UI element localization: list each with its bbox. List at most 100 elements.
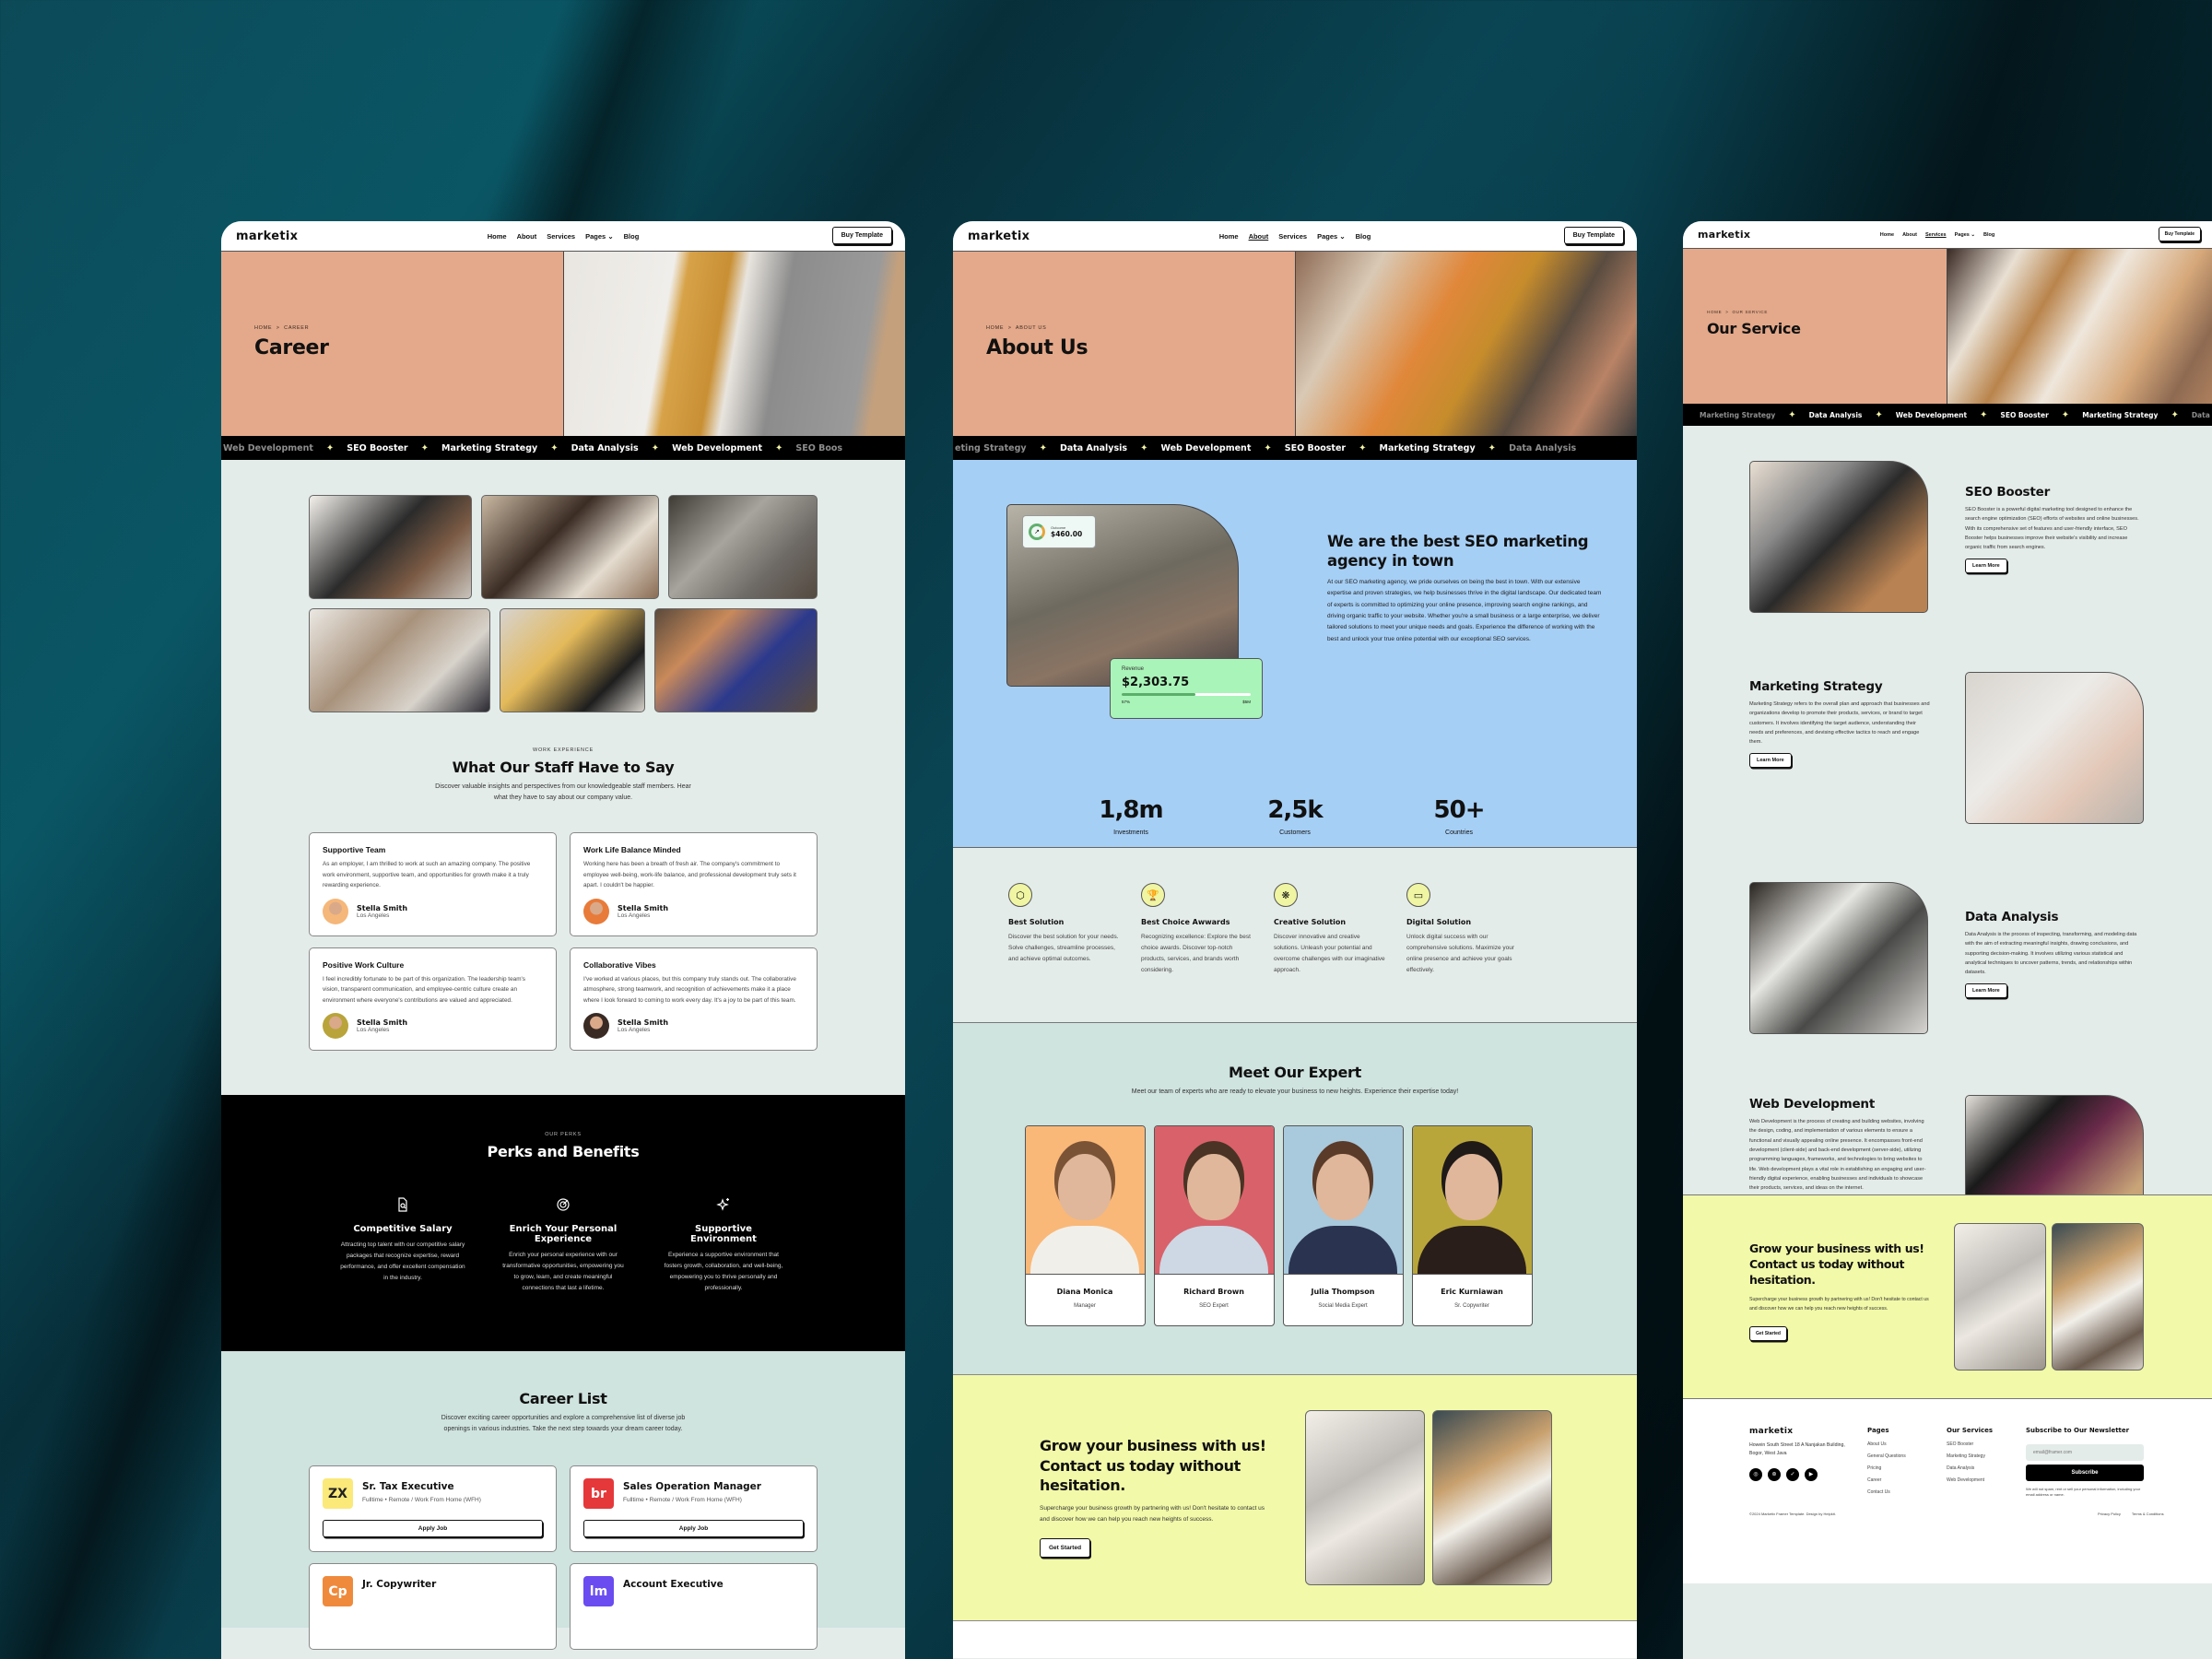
breadcrumb-current: ABOUT US (1015, 325, 1047, 331)
feature-title: Best Choice Awwards (1141, 918, 1230, 926)
sparkle-icon: ✦ (2061, 409, 2070, 420)
nav-services[interactable]: Services (1925, 232, 1947, 238)
youtube-icon[interactable]: ▶ (1805, 1467, 1818, 1481)
breadcrumb-home[interactable]: HOME (1707, 310, 1722, 314)
footer-link[interactable]: General Questions (1867, 1453, 1906, 1459)
nav-home[interactable]: Home (488, 232, 507, 241)
team-member-card[interactable]: Eric Kurniawan Sr. Copywriter (1411, 1124, 1533, 1326)
buy-template-button[interactable]: Buy Template (1563, 227, 1624, 244)
footer-link[interactable]: Pricing (1867, 1465, 1906, 1471)
footer-link[interactable]: Contact Us (1867, 1489, 1906, 1495)
outcome-widget: ↗ Outcome $460.00 (1022, 515, 1096, 548)
job-card: Cp Jr. Copywriter (309, 1563, 557, 1651)
feature-title: Best Solution (1008, 918, 1065, 926)
get-started-button[interactable]: Get Started (1749, 1326, 1787, 1342)
service-title: SEO Booster (1965, 485, 2051, 500)
team-member-card[interactable]: Diana Monica Manager (1024, 1124, 1146, 1326)
privacy-link[interactable]: Privacy Policy (2098, 1512, 2121, 1516)
ticker-item: SEO Boos (795, 442, 843, 453)
experts-section: Meet Our Expert Meet our team of experts… (953, 1022, 1637, 1374)
apply-job-button[interactable]: Apply Job (583, 1520, 804, 1538)
breadcrumb-current: CAREER (284, 325, 310, 331)
nav-services[interactable]: Services (1278, 232, 1307, 241)
feature-title: Creative Solution (1274, 918, 1347, 926)
email-input[interactable] (2026, 1444, 2144, 1461)
copyright: ©2024 Marketix Framer Template. Design b… (1749, 1512, 1836, 1516)
footer-link[interactable]: Data Analysis (1947, 1465, 1993, 1471)
nav-home[interactable]: Home (1219, 232, 1239, 241)
perks-section: OUR PERKS Perks and Benefits Competitive… (221, 1095, 905, 1352)
stat-item: 1,8m Investments (1094, 796, 1168, 836)
cta-photo (1432, 1410, 1552, 1585)
service-item: Marketing Strategy Marketing Strategy ref… (1749, 679, 1930, 768)
nav-blog[interactable]: Blog (1983, 232, 1994, 238)
sparkle-icon: ✦ (2171, 409, 2179, 420)
nav-pages[interactable]: Pages ⌄ (1955, 232, 1975, 238)
avatar (583, 1013, 609, 1040)
learn-more-button[interactable]: Learn More (1965, 982, 2007, 998)
footer-link[interactable]: About Us (1867, 1441, 1906, 1447)
job-title[interactable]: Jr. Copywriter (362, 1579, 436, 1590)
team-member-card[interactable]: Richard Brown SEO Expert (1153, 1124, 1275, 1326)
feature-item: ⬡ Best Solution Discover the best solution… (1008, 883, 1121, 1022)
job-title[interactable]: Account Executive (623, 1579, 724, 1590)
learn-more-button[interactable]: Learn More (1965, 558, 2007, 573)
testimonial-title: Collaborative Vibes (583, 959, 656, 970)
get-started-button[interactable]: Get Started (1040, 1538, 1091, 1559)
section-eyebrow: OUR PERKS (545, 1132, 582, 1138)
nav-about[interactable]: About (1902, 232, 1917, 238)
cta-text: Supercharge your business growth by part… (1040, 1504, 1265, 1524)
stat-value: 50+ (1433, 796, 1486, 824)
twitter-icon[interactable]: ✓ (1786, 1467, 1799, 1481)
nav-about[interactable]: About (517, 232, 537, 241)
member-role: Manager (1074, 1302, 1096, 1309)
nav-pages[interactable]: Pages ⌄ (1317, 232, 1346, 241)
instagram-icon[interactable]: ◎ (1749, 1467, 1762, 1481)
logo[interactable]: marketix (1698, 229, 1750, 241)
section-subtitle: Meet our team of experts who are ready t… (1131, 1088, 1459, 1095)
feature-title: Digital Solution (1406, 918, 1472, 926)
job-title[interactable]: Sr. Tax Executive (362, 1481, 481, 1492)
subscribe-button[interactable]: Subscribe (2026, 1465, 2144, 1481)
ticker-item: Web Development (223, 442, 313, 453)
company-logo: br (583, 1478, 614, 1510)
team-member-card[interactable]: Julia Thompson Social Media Expert (1282, 1124, 1404, 1326)
logo[interactable]: marketix (968, 229, 1030, 243)
section-title: What Our Staff Have to Say (452, 759, 675, 776)
job-list: ZX Sr. Tax Executive Fulltime • Remote / W… (221, 1465, 905, 1651)
devices-icon: ▭ (1406, 883, 1430, 907)
logo[interactable]: marketix (236, 229, 298, 243)
intro-text: At our SEO marketing agency, we pride ou… (1327, 578, 1602, 642)
perk-title: Enrich Your Personal Experience (509, 1224, 618, 1245)
nav-pages-label: Pages (1954, 231, 1970, 238)
nav-about[interactable]: About (1249, 232, 1269, 241)
testimonial-title: Work Life Balance Minded (583, 845, 681, 855)
member-role: Social Media Expert (1318, 1302, 1368, 1309)
hero-image (563, 252, 905, 436)
nav-blog[interactable]: Blog (1356, 232, 1371, 241)
breadcrumb-home[interactable]: HOME (254, 325, 272, 331)
dribbble-icon[interactable]: ⊛ (1768, 1467, 1781, 1481)
footer-link[interactable]: Marketing Strategy (1947, 1453, 1993, 1459)
buy-template-button[interactable]: Buy Template (831, 227, 892, 244)
footer-services: Our Services SEO Booster Marketing Strat… (1947, 1427, 1993, 1489)
service-title: Marketing Strategy (1749, 679, 1883, 694)
sparkle-icon: ✦ (550, 442, 559, 453)
buy-template-button[interactable]: Buy Template (2158, 227, 2201, 241)
testimonial-card: Supportive Team As an employer, I am thri… (309, 832, 557, 936)
breadcrumb-home[interactable]: HOME (986, 325, 1004, 331)
footer-link[interactable]: SEO Booster (1947, 1441, 1993, 1447)
footer-link[interactable]: Web Development (1947, 1477, 1993, 1483)
author-name: Stella Smith (618, 1018, 669, 1028)
nav-menu: Home About Services Pages ⌄ Blog (1219, 232, 1371, 241)
nav-services[interactable]: Services (547, 232, 575, 241)
nav-blog[interactable]: Blog (624, 232, 640, 241)
ticker-item: Data Analysis (1509, 442, 1577, 453)
apply-job-button[interactable]: Apply Job (323, 1520, 543, 1538)
job-title[interactable]: Sales Operation Manager (623, 1481, 761, 1492)
nav-home[interactable]: Home (1880, 232, 1894, 238)
nav-pages[interactable]: Pages ⌄ (585, 232, 614, 241)
learn-more-button[interactable]: Learn More (1749, 752, 1792, 768)
footer-link[interactable]: Career (1867, 1477, 1906, 1483)
terms-link[interactable]: Terms & Conditions (2132, 1512, 2164, 1516)
